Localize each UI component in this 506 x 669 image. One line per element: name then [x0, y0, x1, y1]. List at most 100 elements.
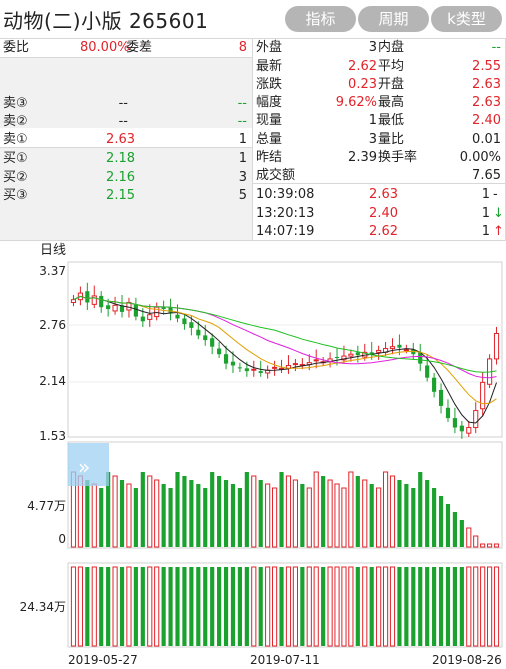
candle — [376, 349, 382, 353]
k-type-button[interactable]: k类型 — [431, 6, 502, 32]
volume-bar — [237, 488, 242, 547]
amount-bar — [210, 567, 215, 646]
volume-zero-tick: 0 — [58, 532, 66, 546]
stat-value: 0.00% — [459, 150, 501, 165]
volume-bar — [99, 488, 104, 547]
candle — [403, 349, 409, 351]
volume-bar — [126, 483, 132, 548]
volume-bar — [459, 520, 464, 547]
candle — [244, 368, 249, 372]
amount-bar — [341, 566, 347, 647]
amount-bar — [140, 567, 145, 646]
down-arrow-icon: ↓ — [493, 206, 504, 221]
amount-bar — [189, 567, 194, 646]
candle — [106, 305, 111, 310]
amount-bar — [161, 567, 166, 646]
volume-bar — [292, 479, 298, 548]
candle — [99, 295, 104, 308]
stat-value: 0.01 — [472, 132, 501, 147]
stat-label: 总量 — [256, 132, 283, 147]
candle — [223, 354, 229, 364]
candle — [196, 329, 201, 336]
volume-bar — [217, 476, 222, 547]
amount-bar — [459, 567, 464, 646]
volume-bar — [265, 483, 271, 548]
candle — [175, 314, 180, 319]
candle — [452, 418, 457, 428]
volume-bar — [389, 475, 396, 548]
amount-bar — [265, 566, 271, 647]
kline-chart[interactable]: 日线 3.37 2.76 2.14 1.53 4.77万 0 24.34万 20… — [0, 241, 506, 669]
sell1-label: 卖① — [3, 132, 28, 147]
volume-bar — [168, 488, 173, 547]
price-tick: 2.76 — [39, 318, 66, 332]
candle — [237, 367, 242, 369]
volume-bar — [112, 475, 118, 548]
amount-bar — [466, 566, 472, 647]
amount-bar — [389, 566, 396, 647]
stat-value: 3 — [368, 132, 377, 147]
tick-price: 2.40 — [369, 206, 398, 221]
volume-bar — [230, 484, 236, 547]
buy1-label: 买① — [3, 151, 28, 166]
stat-label: 外盘 — [256, 40, 283, 55]
stat-value: 2.40 — [472, 113, 501, 128]
candle — [389, 346, 396, 350]
price-tick: 3.37 — [39, 264, 66, 278]
stat-value: 2.63 — [472, 95, 501, 110]
volume-bar — [119, 480, 125, 547]
amount-bar — [321, 567, 326, 646]
candle — [182, 318, 187, 325]
candle — [91, 295, 97, 305]
amount-bar — [119, 567, 125, 646]
amount-bar — [355, 567, 360, 646]
amount-bar — [473, 566, 479, 647]
stat-value: 0.23 — [348, 77, 377, 92]
indicator-button[interactable]: 指标 — [285, 6, 356, 32]
stat-value: 2.55 — [472, 59, 501, 74]
stat-value: -- — [491, 40, 501, 55]
amount-bar — [230, 567, 236, 646]
amount-tick: 24.34万 — [20, 600, 66, 614]
candle — [348, 353, 354, 357]
volume-bar — [411, 488, 416, 547]
candle — [70, 299, 77, 303]
stat-label: 幅度 — [256, 95, 283, 110]
buy1-vol: 1 — [238, 151, 247, 166]
volume-bar — [355, 476, 360, 547]
stat-label: 现量 — [256, 113, 283, 128]
amount-bar — [438, 567, 444, 646]
candle — [432, 377, 437, 392]
volume-bar — [182, 476, 187, 547]
buy2-label: 买② — [3, 170, 28, 185]
weicha-label: 委差 — [126, 40, 153, 55]
volume-frame — [67, 441, 503, 549]
volume-bar — [382, 471, 389, 548]
candle — [480, 381, 486, 410]
price-frame — [67, 261, 503, 438]
volume-bar — [452, 512, 457, 547]
volume-bar — [258, 480, 263, 547]
period-button[interactable]: 周期 — [358, 6, 429, 32]
volume-bar — [487, 543, 493, 548]
candle — [133, 304, 138, 317]
candle — [189, 322, 194, 328]
stat-label: 开盘 — [378, 77, 405, 92]
volume-bar — [210, 472, 215, 547]
candle — [272, 366, 278, 369]
candle — [210, 338, 215, 347]
amount-bar — [279, 567, 284, 646]
page-title: 动物(二)小版 265601 — [3, 9, 209, 33]
volume-bar — [161, 484, 166, 547]
stat-label: 涨跌 — [256, 77, 283, 92]
amount-bar — [493, 566, 500, 647]
amount-bar — [348, 566, 354, 647]
volume-bar — [445, 504, 451, 547]
amount-bar — [480, 566, 486, 647]
stat-value: 9.62% — [335, 95, 377, 110]
candle — [445, 407, 451, 419]
candle — [251, 368, 257, 371]
volume-bar — [480, 543, 486, 548]
volume-bar — [175, 472, 180, 547]
stat-value: 3 — [368, 40, 377, 55]
